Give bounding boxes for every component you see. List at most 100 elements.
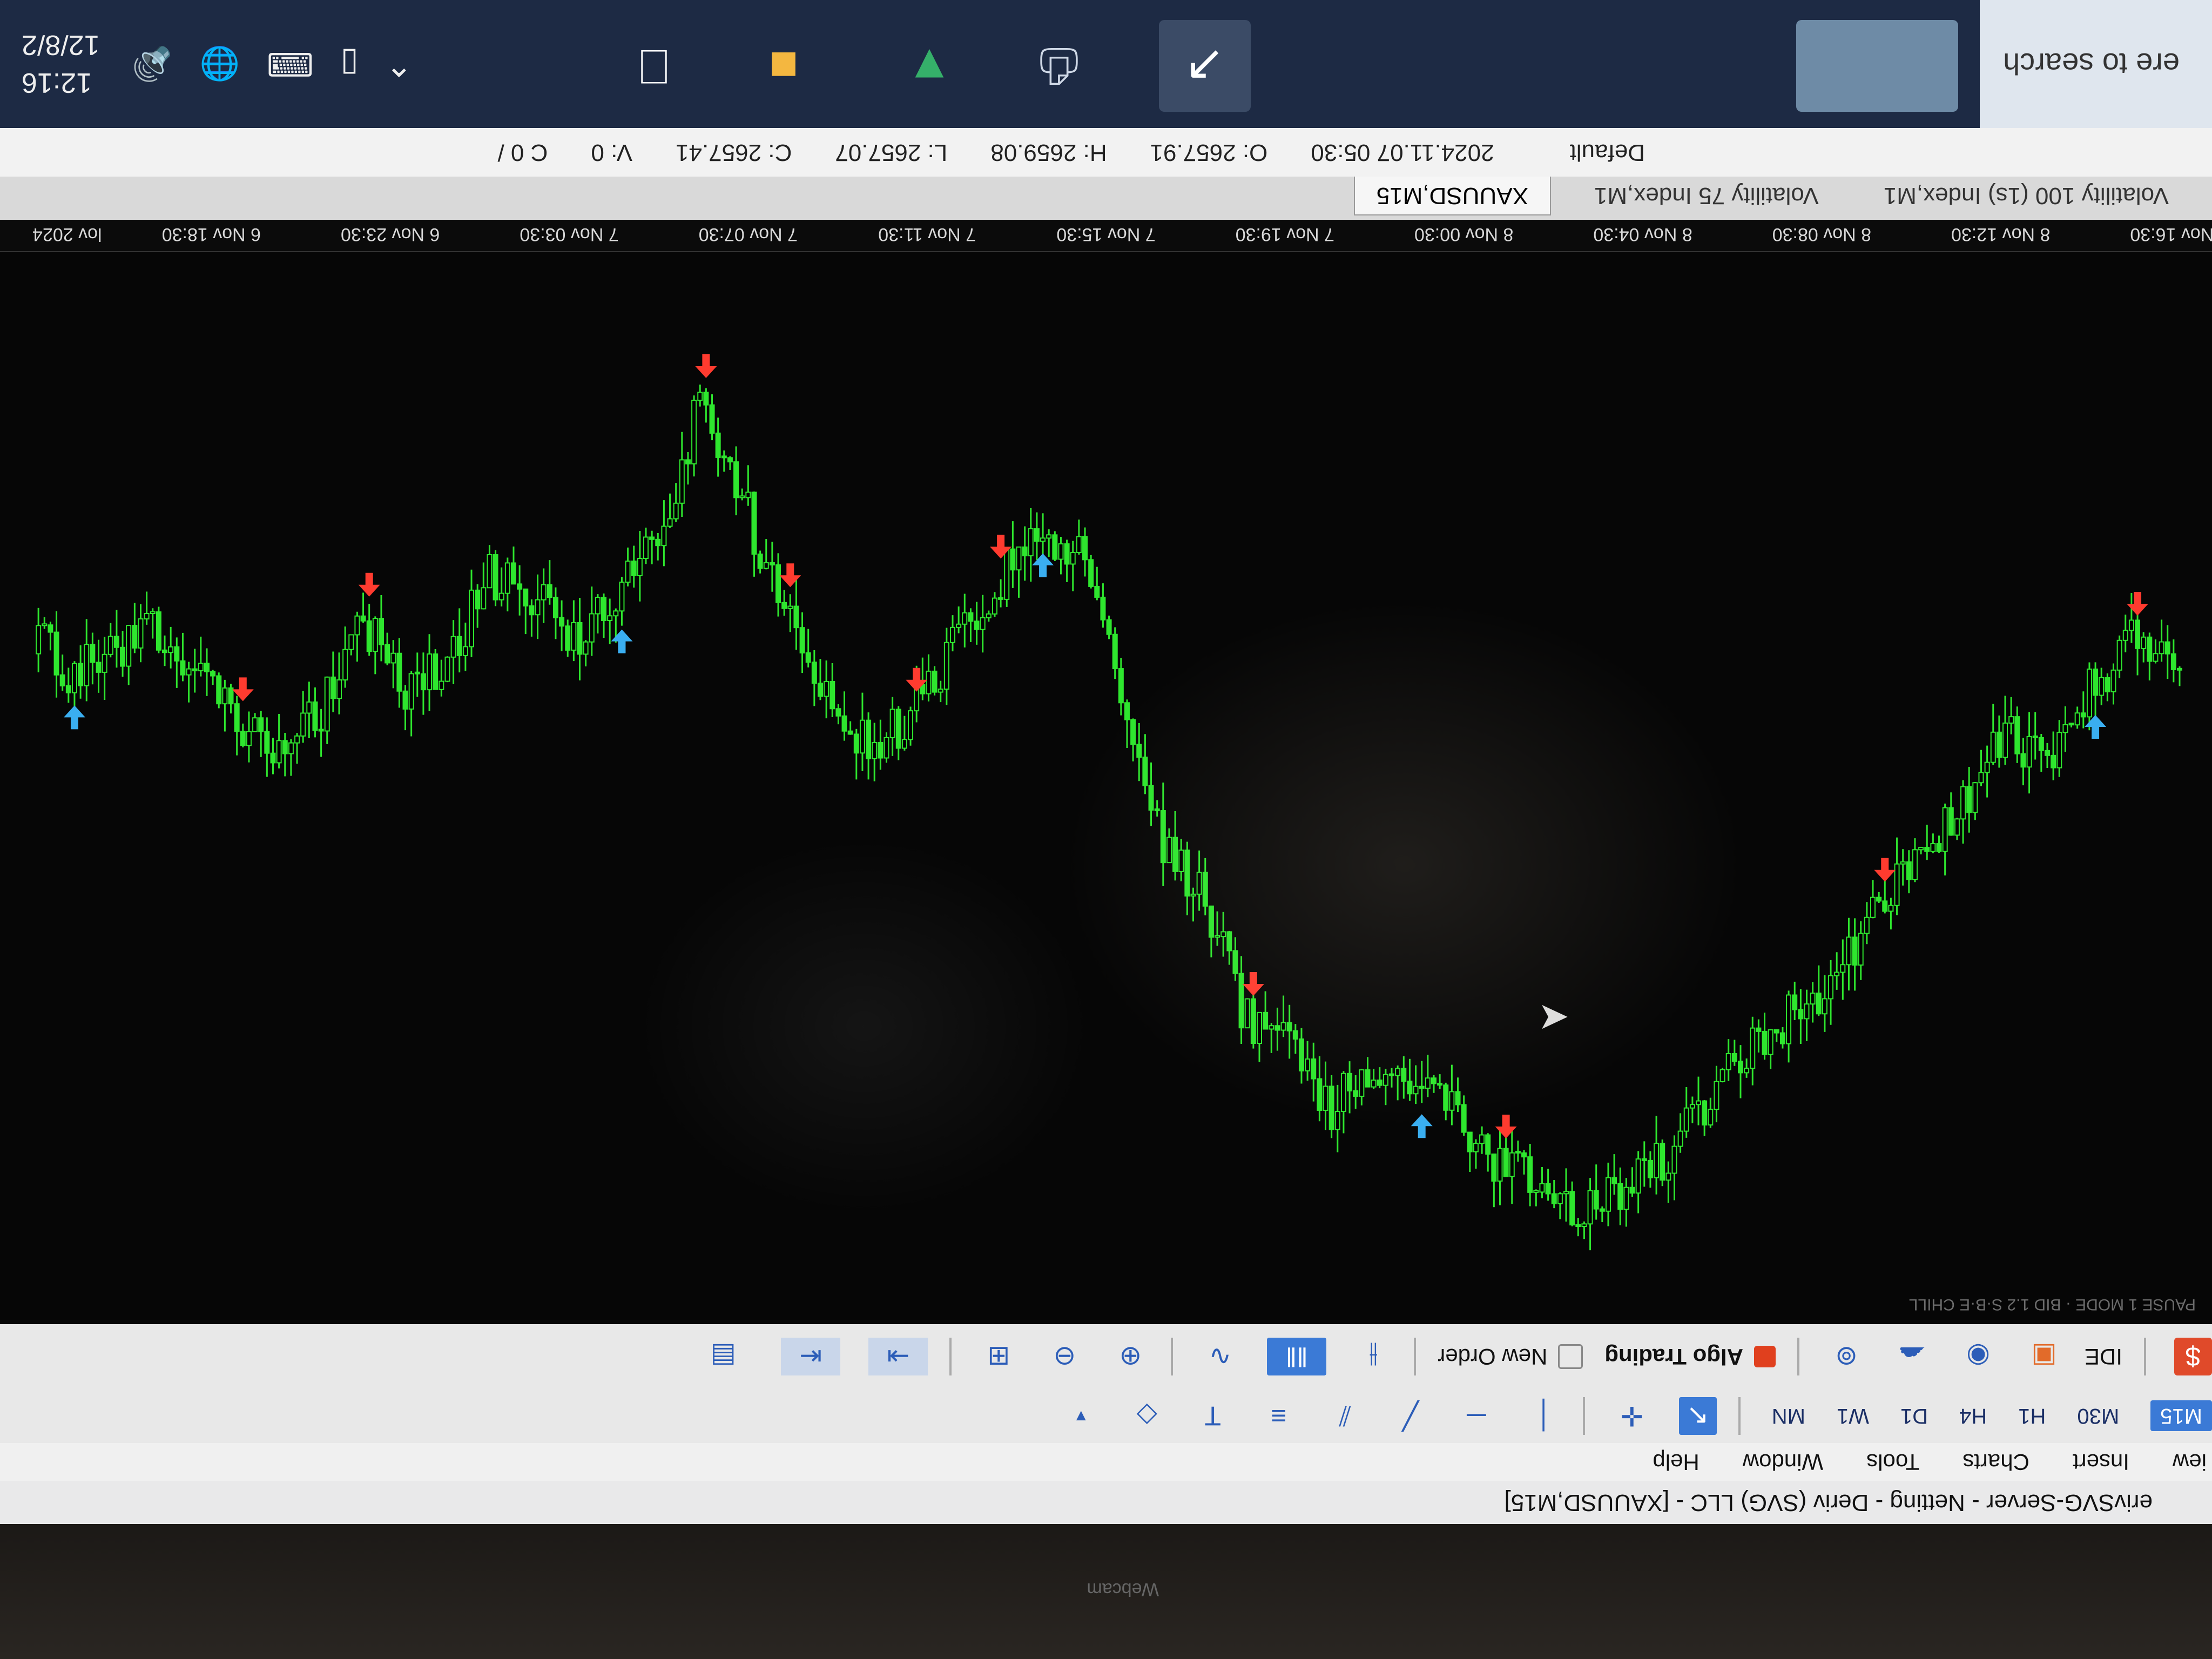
candle-body [1491,1154,1497,1182]
text-tool-icon[interactable]: T [1194,1397,1232,1435]
tab-xauusd[interactable]: XAUUSD,M15 [1353,177,1551,215]
candle-body [878,741,884,759]
candle-body [1876,896,1882,902]
candle-body [481,587,487,610]
candle-body [1467,1131,1473,1152]
file-explorer-icon[interactable]: ■ [738,20,830,112]
candle-body [1750,1027,1756,1069]
candle-body [1996,731,2002,758]
cursor-icon[interactable]: ↖ [1678,1397,1717,1435]
candle-body [439,680,444,690]
profile-icon[interactable]: ▣ [2025,1338,2063,1375]
candle-body [859,719,865,754]
candle-body [2116,639,2122,671]
zoom-in-icon[interactable]: ⊕ [1111,1338,1149,1375]
fibonacci-icon[interactable]: ≡ [1260,1397,1298,1435]
price-chart[interactable]: PAUSE 1 MODE · BID 1.2 S·B·E CHILL ➤ [0,252,2212,1324]
candle-body [1834,972,1840,976]
app-printer-icon[interactable]: ⎙ [1013,20,1105,112]
horizontal-line-icon[interactable]: ─ [1458,1397,1495,1435]
metatrader-icon[interactable]: ↗ [1159,20,1251,112]
menu-view[interactable]: iew [2173,1449,2207,1475]
menu-help[interactable]: Help [1653,1449,1699,1475]
channel-icon[interactable]: ⫽ [1326,1397,1364,1435]
ide-button[interactable]: IDE [2085,1344,2122,1370]
tab-volatility-100[interactable]: Volatility 100 (1s) Index,M1 [1862,177,2190,214]
tablet-icon[interactable]: ▯ [341,45,359,83]
candlestick-icon[interactable]: ‖‖ [1267,1338,1327,1375]
line-chart-icon[interactable]: ∿ [1201,1338,1239,1375]
candle-body [156,611,161,651]
chevron-up-icon[interactable]: ⌃ [386,45,413,83]
candle-body [2038,737,2044,751]
tab-volatility-75[interactable]: Volatility 75 Index,M1 [1573,177,1840,214]
trendline-icon[interactable]: ╱ [1392,1397,1429,1435]
menu-window[interactable]: Window [1743,1449,1823,1475]
time-axis-label: 7 Nov 03:30 [520,224,618,245]
tf-mn[interactable]: MN [1772,1404,1805,1428]
candle-body [769,562,775,566]
tf-d1[interactable]: D1 [1900,1404,1928,1428]
tf-m30[interactable]: M30 [2077,1404,2119,1428]
taskbar-search[interactable]: ere to search [1980,0,2212,128]
task-view-icon[interactable]: ⎕ [608,20,700,112]
candle-body [1016,546,1022,571]
menu-tools[interactable]: Tools [1866,1449,1919,1475]
candle-body [1786,994,1792,1044]
candle-body [1269,1025,1274,1030]
crosshair-icon[interactable]: ✛ [1613,1397,1651,1435]
status-datetime: 2024.11.07 05:30 [1311,139,1494,166]
tf-m15[interactable]: M15 [2150,1400,2212,1432]
candle-body [685,459,691,464]
candle-body [541,584,547,601]
algo-trading-button[interactable]: Algo Trading [1604,1344,1776,1370]
menu-insert[interactable]: Insert [2073,1449,2129,1475]
bar-chart-icon[interactable]: ⫲ [1354,1338,1392,1375]
candle-body [1846,936,1852,966]
candle-body [1906,861,1912,880]
tf-w1[interactable]: W1 [1837,1404,1869,1428]
volume-icon[interactable]: 🔊 [132,45,173,83]
candle-body [2051,754,2056,768]
zoom-out-icon[interactable]: ⊖ [1046,1338,1083,1375]
candle-body [216,675,222,705]
shapes-icon[interactable]: ◇ [1128,1397,1166,1435]
signal-icon[interactable]: ◉ [1959,1338,1997,1375]
candle-body [655,538,661,547]
candle-body [1647,1159,1653,1178]
candle-body [2068,723,2074,726]
candle-body [709,404,715,434]
chart-shift-icon[interactable]: ⇥ [868,1338,928,1375]
toolbar-row-actions: $ IDE ▣ ◉ ☁ ⊚ Algo Trading New Order ⫲ ‖… [665,1330,2212,1384]
candle-body [1382,1074,1388,1086]
chart-tabs: Volatility 100 (1s) Index,M1 Volatility … [0,177,2212,220]
candle-body [1683,1107,1689,1132]
desktop-thumbnail[interactable] [1796,20,1958,112]
keyboard-icon[interactable]: ⌨ [267,45,314,83]
candle-body [1250,998,1256,1044]
status-profile[interactable]: Default [1570,139,1645,166]
candle-body [1623,1186,1629,1210]
indicators-icon[interactable]: ▤ [693,1338,753,1375]
candle-body [1960,786,1966,820]
candle-body [113,636,119,648]
time-axis: lov 2024 6 Nov 18:30 6 Nov 23:30 7 Nov 03:3… [0,219,2212,252]
menu-charts[interactable]: Charts [1963,1449,2029,1475]
vertical-line-icon[interactable]: │ [1523,1397,1561,1435]
more-tools-icon[interactable]: ▼ [1062,1397,1100,1435]
globe-icon[interactable]: 🌐 [199,45,240,83]
vps-icon[interactable]: ☁ [1893,1338,1931,1375]
candle-body [565,625,571,651]
candle-body [469,589,475,648]
new-order-button[interactable]: New Order [1438,1344,1583,1370]
candle-body [1792,994,1798,1010]
tf-h4[interactable]: H4 [1959,1404,1987,1428]
tf-h1[interactable]: H1 [2018,1404,2046,1428]
clock[interactable]: 12:16 12/8/2 [22,26,100,102]
app-triangle-icon[interactable]: ▼ [884,20,975,112]
market-icon[interactable]: $ [2174,1338,2212,1375]
candle-body [1900,861,1906,865]
tile-windows-icon[interactable]: ⊞ [980,1338,1017,1375]
autoscroll-icon[interactable]: ⇤ [781,1338,841,1375]
community-icon[interactable]: ⊚ [1827,1338,1865,1375]
